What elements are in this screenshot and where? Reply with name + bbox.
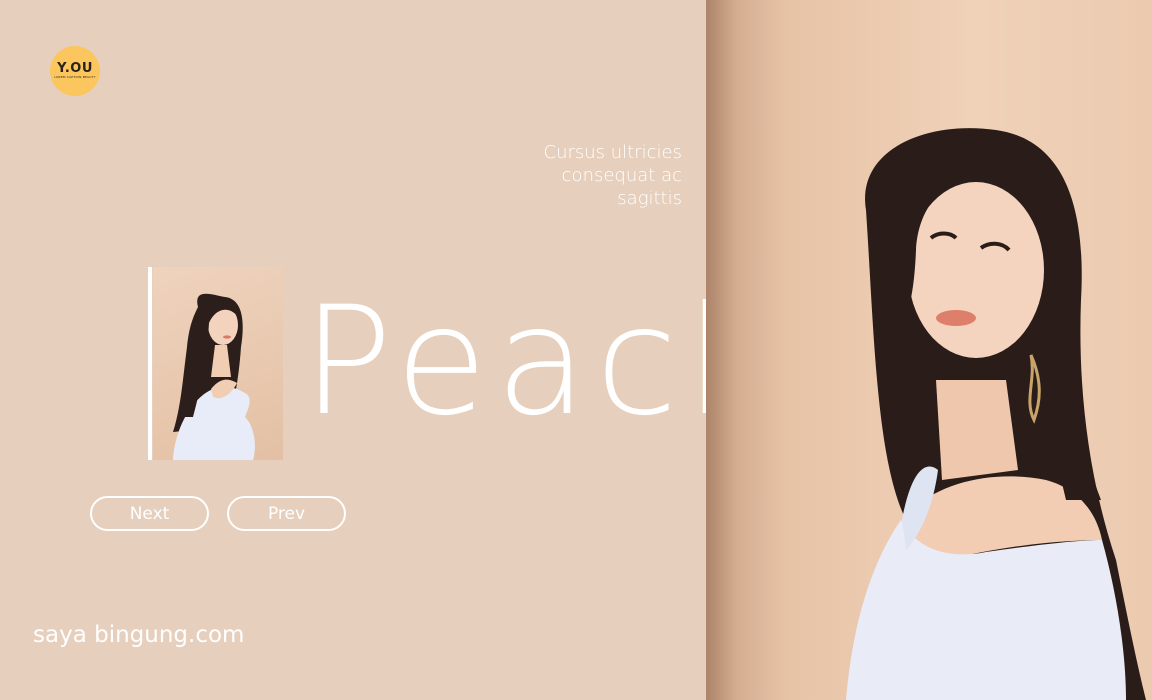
tagline-line: sagittis xyxy=(617,188,682,209)
logo-text: Y.OU xyxy=(57,61,93,76)
brand-logo[interactable]: Y.OU LOREM CAPTION BEAUTY xyxy=(50,46,100,96)
next-button[interactable]: Next xyxy=(90,496,209,531)
hero-portrait-illustration xyxy=(846,128,1146,700)
footer-site-name[interactable]: saya bingung.com xyxy=(33,622,244,648)
hero-image xyxy=(706,0,1152,700)
tagline: Cursus ultricies consequat ac sagittis xyxy=(482,141,682,210)
tagline-line: consequat ac xyxy=(561,165,682,186)
tagline-line: Cursus ultricies xyxy=(543,142,682,163)
thumbnail-image[interactable] xyxy=(153,267,283,460)
logo-subtext: LOREM CAPTION BEAUTY xyxy=(54,75,96,79)
thumbnail-accent-bar xyxy=(148,267,152,460)
prev-button[interactable]: Prev xyxy=(227,496,346,531)
thumbnail-portrait-illustration xyxy=(173,293,255,460)
